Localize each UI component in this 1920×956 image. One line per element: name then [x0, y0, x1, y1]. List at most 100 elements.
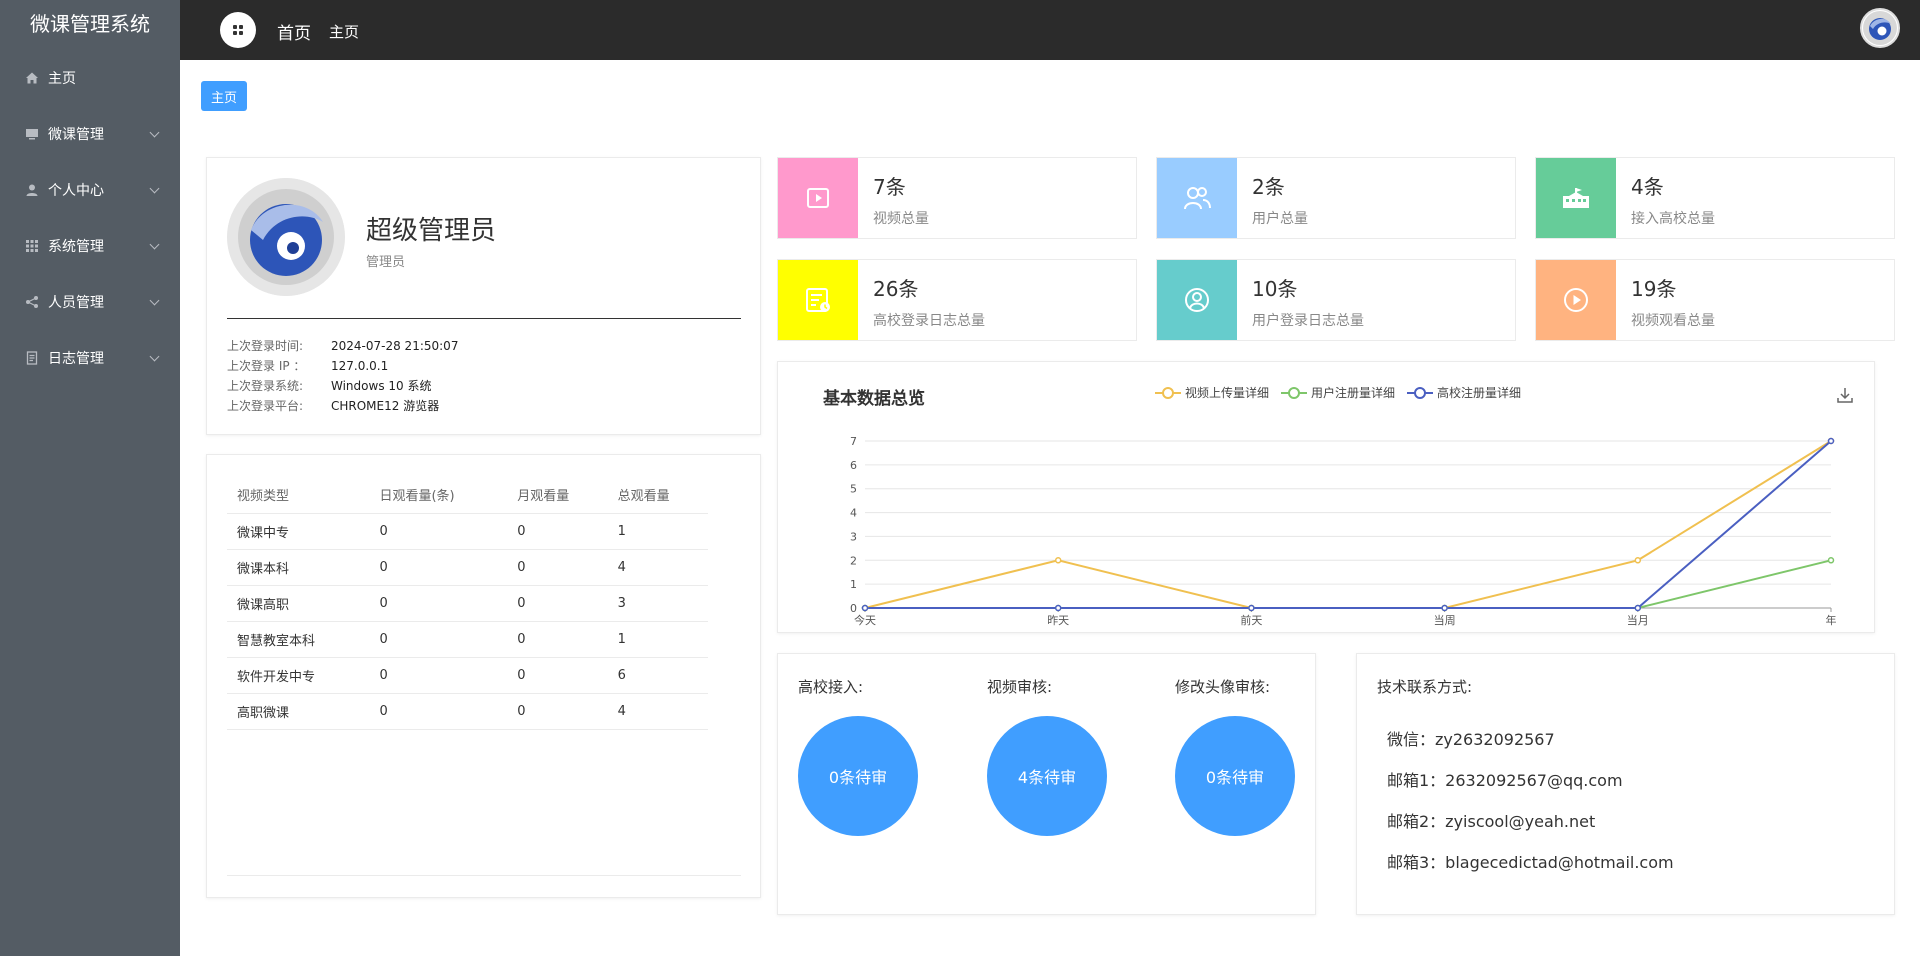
stat-value: 19条: [1631, 277, 1677, 301]
download-icon[interactable]: [1836, 386, 1854, 408]
login-info-row: 上次登录平台: CHROME12 游览器: [227, 396, 458, 416]
login-info-value: 127.0.0.1: [331, 359, 389, 373]
table-cell: 0: [369, 549, 508, 586]
x-tick-label: 前天: [1240, 613, 1262, 627]
divider: [227, 875, 741, 876]
table-row: 高职微课 0 0 4: [227, 693, 708, 730]
contact-line: 邮箱3：blagecedictad@hotmail.com: [1387, 853, 1674, 872]
user-icon: [24, 182, 40, 198]
menu-toggle-button[interactable]: [220, 12, 256, 48]
stat-card-videos[interactable]: 7条 视频总量: [777, 157, 1137, 239]
review-badge[interactable]: 0条待审: [798, 716, 918, 836]
review-badge[interactable]: 4条待审: [987, 716, 1107, 836]
share-icon: [24, 294, 40, 310]
legend-label: 高校注册量详细: [1437, 386, 1522, 400]
profile-name: 超级管理员: [366, 216, 497, 246]
app-title: 微课管理系统: [0, 0, 180, 50]
stat-label: 高校登录日志总量: [873, 313, 985, 329]
stat-card-schools[interactable]: 4条 接入高校总量: [1535, 157, 1895, 239]
users-icon: [1184, 187, 1211, 210]
review-badge[interactable]: 0条待审: [1175, 716, 1295, 836]
legend-line-icon: [1155, 386, 1181, 399]
legend-item[interactable]: 高校注册量详细: [1407, 384, 1521, 401]
document-icon: [24, 350, 40, 366]
stat-value: 2条: [1252, 175, 1285, 199]
stat-icon-box: [1536, 260, 1616, 340]
stat-card-school-logs[interactable]: 26条 高校登录日志总量: [777, 259, 1137, 341]
login-info-key: 上次登录平台:: [227, 399, 304, 413]
legend-item[interactable]: 用户注册量详细: [1281, 384, 1395, 401]
tab-home[interactable]: 主页: [201, 81, 247, 111]
column-header: 月观看量: [507, 477, 608, 514]
table-row: 微课中专 0 0 1: [227, 513, 708, 550]
stat-label: 接入高校总量: [1631, 211, 1715, 227]
table-cell: 0: [507, 585, 608, 622]
top-header: 首页 主页: [180, 0, 1920, 60]
x-tick-label: 年: [1826, 613, 1837, 627]
stat-icon-box: [1157, 158, 1237, 238]
divider: [227, 318, 741, 319]
apps-icon: [233, 25, 243, 35]
legend-item[interactable]: 视频上传量详细: [1155, 384, 1269, 401]
table-cell: 0: [369, 585, 508, 622]
sidebar: 微课管理系统 主页 微课管理 个人中心 系统管理 人员管理 日志管理: [0, 0, 180, 956]
data-point: [1634, 557, 1642, 564]
chevron-down-icon: [149, 127, 160, 138]
contact-title: 技术联系方式:: [1377, 678, 1473, 696]
contact-line: 邮箱1：2632092567@qq.com: [1387, 771, 1623, 790]
stat-label: 视频总量: [873, 211, 929, 227]
legend-line-icon: [1281, 386, 1308, 399]
stat-label: 用户总量: [1252, 211, 1308, 227]
contact-line: 邮箱2：zyiscool@yeah.net: [1387, 812, 1596, 831]
stat-label: 用户登录日志总量: [1252, 313, 1364, 329]
sidebar-item-staff[interactable]: 人员管理: [0, 274, 180, 330]
review-label: 高校接入:: [798, 678, 864, 696]
x-tick-label: 当月: [1627, 613, 1649, 627]
table-cell: 6: [607, 657, 708, 694]
y-tick-label: 1: [850, 578, 857, 591]
sidebar-item-system[interactable]: 系统管理: [0, 218, 180, 274]
login-info-key: 上次登录系统:: [227, 379, 304, 393]
table-cell: 0: [507, 513, 608, 550]
chart-title: 基本数据总览: [823, 389, 925, 409]
y-tick-label: 3: [850, 530, 857, 543]
sidebar-item-personal[interactable]: 个人中心: [0, 162, 180, 218]
y-tick-label: 2: [850, 554, 857, 567]
data-point: [861, 604, 869, 612]
x-tick-label: 今天: [854, 613, 876, 627]
sidebar-item-label: 个人中心: [48, 183, 104, 199]
chart-legend: 视频上传量详细 用户注册量详细 高校注册量详细: [1155, 384, 1533, 401]
header-title[interactable]: 首页: [277, 19, 311, 44]
stat-card-user-logs[interactable]: 10条 用户登录日志总量: [1156, 259, 1516, 341]
monitor-icon: [24, 126, 40, 142]
stat-value: 7条: [873, 175, 906, 199]
stat-card-users[interactable]: 2条 用户总量: [1156, 157, 1516, 239]
login-info-value: 2024-07-28 21:50:07: [331, 339, 459, 353]
login-info-key: 上次登录时间:: [227, 339, 304, 353]
breadcrumb[interactable]: 主页: [329, 21, 359, 42]
legend-label: 用户注册量详细: [1311, 386, 1396, 400]
views-table-card: 视频类型 日观看量(条) 月观看量 总观看量 微课中专 0 0 1 微课本科 0…: [206, 454, 761, 898]
sidebar-item-course[interactable]: 微课管理: [0, 106, 180, 162]
table-cell: 1: [607, 621, 708, 658]
table-cell: 智慧教室本科: [227, 621, 370, 658]
stat-value: 10条: [1252, 277, 1298, 301]
login-info-row: 上次登录系统: Windows 10 系统: [227, 376, 458, 396]
avatar-logo-icon: [1863, 11, 1897, 45]
table-cell: 软件开发中专: [227, 657, 370, 694]
avatar[interactable]: [1860, 8, 1900, 48]
sidebar-item-log[interactable]: 日志管理: [0, 330, 180, 386]
legend-label: 视频上传量详细: [1185, 386, 1270, 400]
table-row: 微课本科 0 0 4: [227, 549, 708, 586]
column-header: 视频类型: [227, 477, 370, 514]
sidebar-item-home[interactable]: 主页: [0, 50, 180, 106]
stat-card-views[interactable]: 19条 视频观看总量: [1535, 259, 1895, 341]
table-cell: 0: [507, 621, 608, 658]
series-line-2: [865, 440, 1832, 609]
table-cell: 微课高职: [227, 585, 370, 622]
chevron-down-icon: [149, 295, 160, 306]
table-cell: 1: [607, 513, 708, 550]
data-point: [1827, 437, 1835, 445]
legend-line-icon: [1407, 386, 1434, 399]
data-point: [1827, 557, 1835, 564]
